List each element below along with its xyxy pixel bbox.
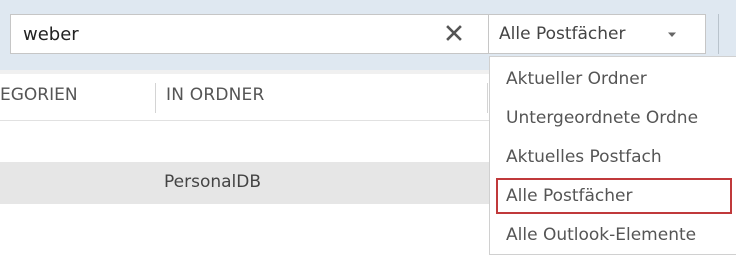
- search-input[interactable]: [23, 15, 423, 53]
- menu-item-all-outlook-items[interactable]: Alle Outlook-Elemente: [496, 217, 736, 253]
- search-scope-label: Alle Postfächer: [499, 24, 626, 44]
- menu-item-current-folder[interactable]: Aktueller Ordner: [496, 61, 736, 97]
- column-separator[interactable]: [487, 83, 488, 113]
- column-header-row: EGORIEN IN ORDNER: [0, 80, 495, 121]
- menu-item-all-mailboxes[interactable]: Alle Postfächer: [496, 178, 732, 214]
- column-header-categories[interactable]: EGORIEN: [0, 85, 78, 105]
- table-row[interactable]: PersonalDB: [0, 162, 495, 204]
- search-scope-dropdown[interactable]: Alle Postfächer: [489, 14, 706, 54]
- search-scope-menu: Aktueller Ordner Untergeordnete Ordne Ak…: [489, 56, 736, 255]
- search-box[interactable]: [10, 14, 489, 54]
- column-header-in-folder[interactable]: IN ORDNER: [166, 85, 265, 105]
- menu-item-subfolders[interactable]: Untergeordnete Ordne: [496, 100, 736, 136]
- toolbar-divider: [718, 14, 719, 54]
- chevron-down-icon: [668, 32, 676, 37]
- table-row[interactable]: [0, 121, 495, 161]
- column-separator[interactable]: [155, 83, 156, 113]
- row-folder-cell: PersonalDB: [164, 172, 262, 192]
- menu-item-current-mailbox[interactable]: Aktuelles Postfach: [496, 139, 736, 175]
- close-icon[interactable]: [444, 23, 464, 43]
